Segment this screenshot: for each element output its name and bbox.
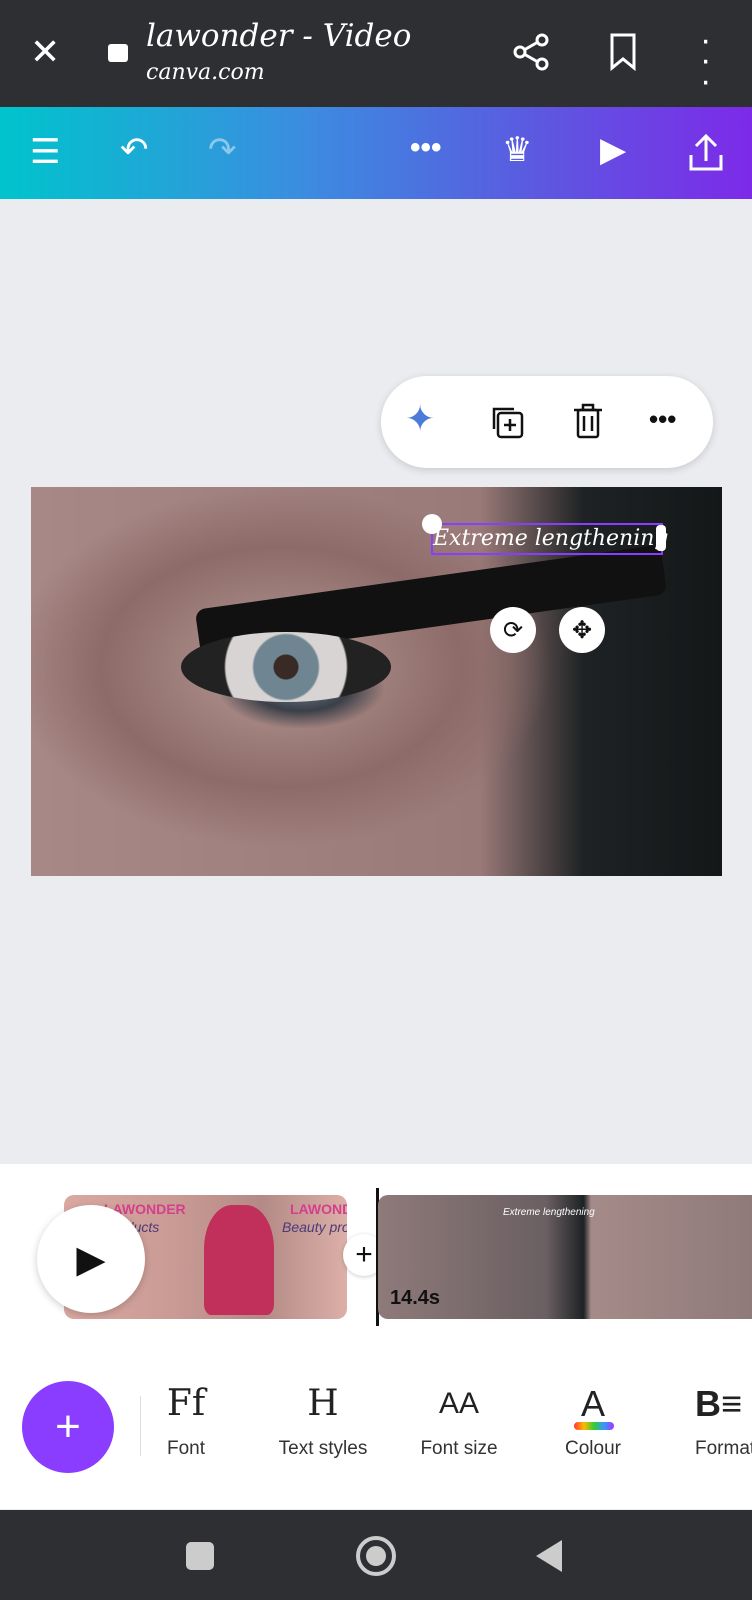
editor-toolbar: ☰ ↶ ↷ ••• ♛ ▶ [0,107,752,199]
move-icon[interactable]: ✥ [559,607,605,653]
tool-label: Font [166,1438,206,1459]
timeline-clip-2[interactable]: Extreme lengthening 14.4s [378,1195,752,1319]
tool-font-size[interactable]: AA Font size [399,1380,519,1460]
colour-icon: A [533,1380,653,1430]
page-title: lawonder - Video [146,18,412,54]
tool-label: Font size [420,1438,498,1459]
duplicate-icon[interactable] [489,404,525,440]
video-frame[interactable]: Extreme lengthening ⟳ ✥ [31,487,722,876]
clip-text: LAWONDER [290,1201,347,1217]
format-icon: B≡ [695,1383,743,1424]
menu-icon[interactable]: ☰ [30,135,60,169]
browser-bar: ✕ lawonder - Video canva.com · · · [0,0,752,107]
system-nav-bar [0,1510,752,1600]
clip-text: Extreme lengthening [503,1207,595,1218]
tool-font[interactable]: Ff Font [126,1380,246,1460]
tool-label: Text styles [278,1438,368,1459]
tool-label: Format [695,1438,752,1459]
magic-sparkle-icon[interactable]: ✦ [405,398,435,440]
tool-colour[interactable]: A Colour [533,1380,653,1460]
bookmark-icon[interactable] [608,32,638,72]
undo-icon[interactable]: ↶ [120,133,149,167]
resize-handle[interactable] [656,525,666,551]
tool-label: Colour [565,1438,621,1459]
add-element-button[interactable]: + [22,1381,114,1473]
resize-handle[interactable] [422,514,442,534]
colour-glyph: A [580,1383,605,1424]
clip-text: Beauty products [282,1219,347,1235]
timeline-play-button[interactable]: ▶ [37,1205,145,1313]
element-actions-menu: ✦ ••• [381,376,713,468]
home-icon[interactable] [356,1536,396,1576]
share-export-icon[interactable] [688,133,724,173]
more-icon[interactable]: ••• [649,404,676,435]
tool-format[interactable]: B≡ Format [670,1380,752,1460]
redo-icon[interactable]: ↷ [208,133,237,167]
play-icon[interactable]: ▶ [600,133,626,167]
font-size-icon: AA [438,1387,480,1420]
lock-icon [108,44,128,62]
recents-icon[interactable] [186,1542,214,1570]
rotate-icon[interactable]: ⟳ [490,607,536,653]
selected-text-element[interactable]: Extreme lengthening [431,523,669,555]
trash-icon[interactable] [571,402,605,440]
clip-thumbnail-person [204,1205,274,1315]
back-icon[interactable] [536,1540,562,1572]
font-icon: Ff [166,1383,206,1424]
page-url[interactable]: canva.com [146,60,265,85]
more-icon[interactable]: ••• [410,133,442,163]
eye-image [181,632,391,702]
heading-icon: H [307,1383,339,1424]
overflow-menu-icon[interactable]: · · · [700,23,711,98]
close-icon[interactable]: ✕ [30,34,60,70]
crown-icon[interactable]: ♛ [502,133,532,167]
colour-swatch [574,1422,614,1430]
clip-duration: 14.4s [390,1287,441,1309]
share-icon[interactable] [512,32,552,72]
tool-text-styles[interactable]: H Text styles [263,1380,383,1460]
